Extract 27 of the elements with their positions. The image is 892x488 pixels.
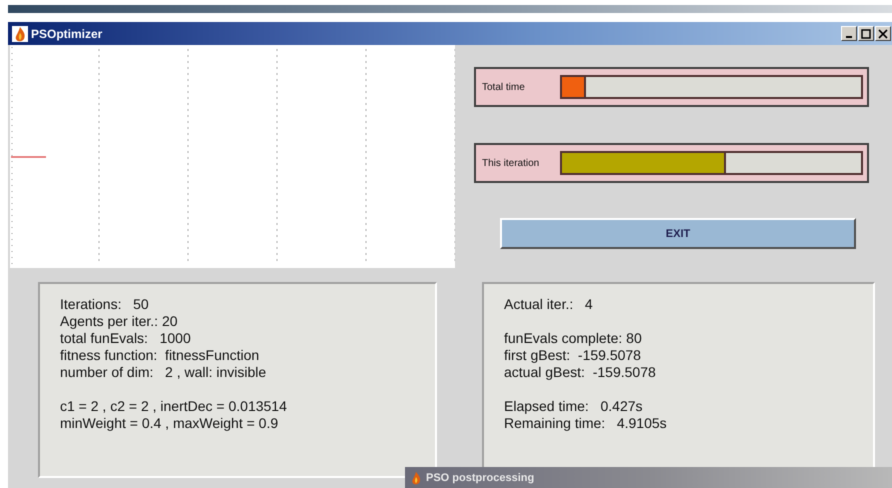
info-text: actual gBest: -159.5078 bbox=[504, 364, 657, 381]
close-icon bbox=[878, 28, 888, 38]
info-text: c1 = 2 , c2 = 2 , inertDec = 0.013514 bbox=[60, 398, 288, 415]
exit-button[interactable]: EXIT bbox=[500, 218, 856, 249]
maximize-icon bbox=[861, 28, 871, 38]
window-title: PSOptimizer bbox=[31, 26, 102, 40]
info-text: minWeight = 0.4 , maxWeight = 0.9 bbox=[60, 415, 280, 432]
info-text: funEvals complete: 80 bbox=[504, 330, 643, 347]
info-text: Elapsed time: 0.427s bbox=[504, 398, 644, 415]
info-text: Remaining time: 4.9105s bbox=[504, 415, 668, 432]
progress-label: This iteration bbox=[482, 158, 540, 168]
window-title: PSO postprocessing bbox=[426, 472, 534, 484]
flame-icon bbox=[12, 26, 28, 42]
info-text: Iterations: 50 bbox=[60, 296, 150, 313]
maximize-button[interactable] bbox=[858, 26, 874, 41]
info-text: Agents per iter.: 20 bbox=[60, 313, 179, 330]
minimize-button[interactable] bbox=[841, 26, 857, 41]
progress-label: Total time bbox=[482, 82, 526, 92]
info-text: fitness function: fitnessFunction bbox=[60, 347, 260, 364]
info-text: number of dim: 2 , wall: invisible bbox=[60, 364, 268, 381]
info-text: Actual iter.: 4 bbox=[504, 296, 594, 313]
second-window-title-bar[interactable]: PSO postprocessing bbox=[405, 467, 892, 488]
info-text: first gBest: -159.5078 bbox=[504, 347, 642, 364]
close-button[interactable] bbox=[875, 26, 891, 41]
minimize-icon bbox=[846, 36, 852, 38]
plot-line bbox=[11, 156, 46, 158]
info-text: total funEvals: 1000 bbox=[60, 330, 192, 347]
